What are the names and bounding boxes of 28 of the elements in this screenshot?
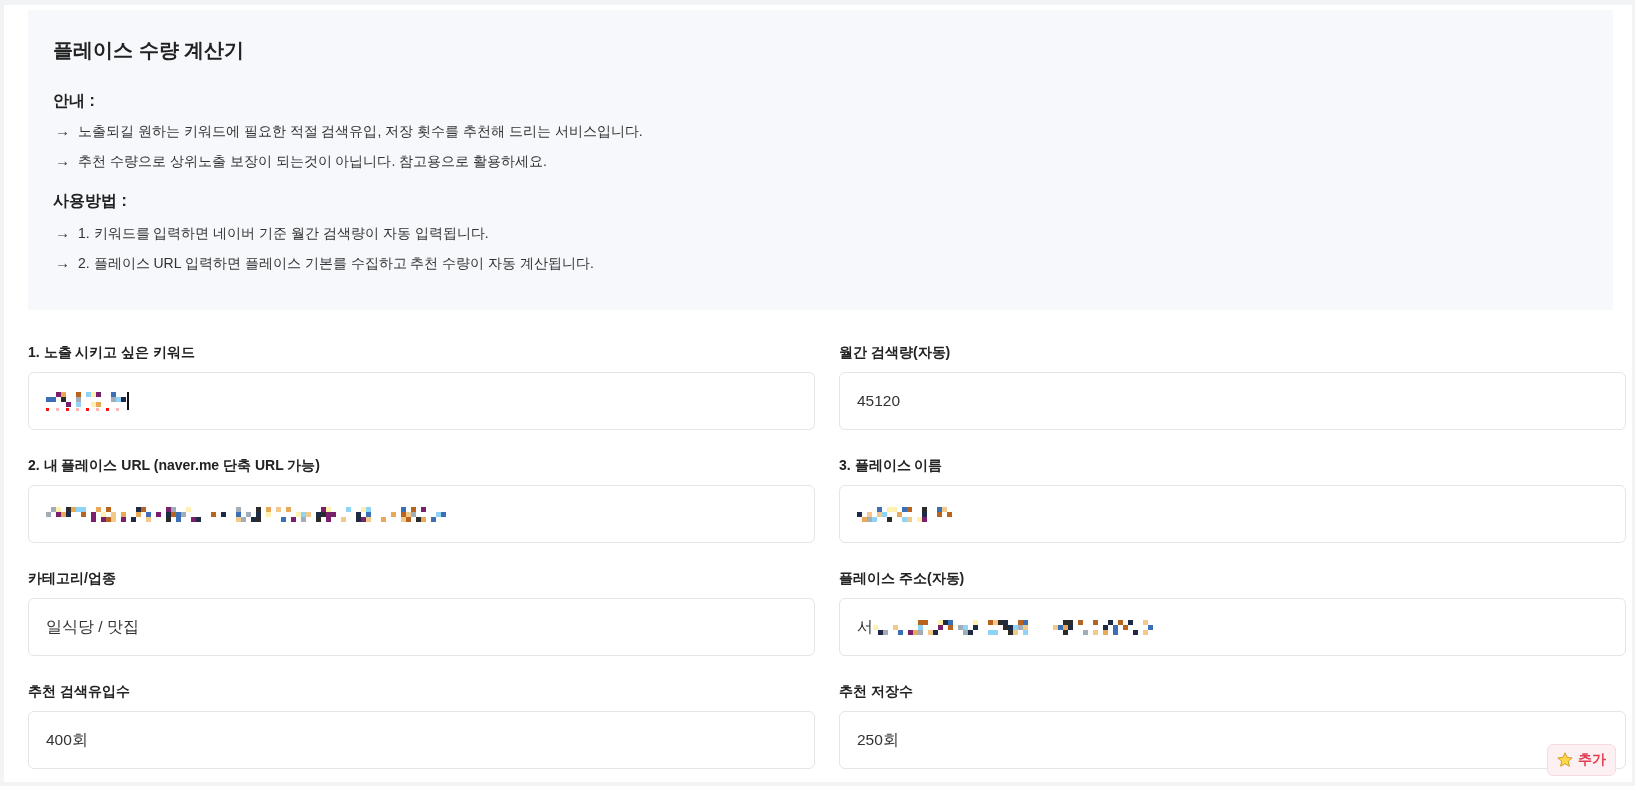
arrow-bullet: → xyxy=(55,121,70,141)
field-label: 추천 검색유입수 xyxy=(28,682,130,701)
section-heading: 안내 : xyxy=(53,91,95,111)
field-label: 1. 노출 시키고 싶은 키워드 xyxy=(28,343,196,362)
field-label: 3. 플레이스 이름 xyxy=(839,456,943,475)
section-heading: 사용방법 : xyxy=(53,191,127,211)
input-field[interactable]: 400회 xyxy=(28,711,815,769)
arrow-bullet: → xyxy=(55,253,70,273)
page-title: 플레이스 수량 계산기 xyxy=(53,38,245,63)
input-field[interactable]: 일식당 / 맛집 xyxy=(28,598,815,656)
input-field[interactable] xyxy=(28,485,815,543)
info-text: 노출되길 원하는 키워드에 필요한 적절 검색유입, 저장 횟수를 추천해 드리는 서비스입니다. xyxy=(78,122,643,141)
field-label: 2. 내 플레이스 URL (naver.me 단축 URL 가능) xyxy=(28,456,320,475)
input-field[interactable]: 서 xyxy=(839,598,1626,656)
field-label: 추천 저장수 xyxy=(839,682,913,701)
add-button[interactable]: 추가 xyxy=(1547,744,1616,776)
field-label: 플레이스 주소(자동) xyxy=(839,569,965,588)
field-label: 카테고리/업종 xyxy=(28,569,116,588)
info-text: 추천 수량으로 상위노출 보장이 되는것이 아닙니다. 참고용으로 활용하세요. xyxy=(78,152,547,171)
arrow-bullet: → xyxy=(55,151,70,171)
field-label: 월간 검색량(자동) xyxy=(839,343,951,362)
arrow-bullet: → xyxy=(55,223,70,243)
input-field[interactable] xyxy=(28,372,815,430)
info-text: 1. 키워드를 입력하면 네이버 기준 월간 검색량이 자동 입력됩니다. xyxy=(78,224,489,243)
input-field[interactable]: 45120 xyxy=(839,372,1626,430)
star-icon xyxy=(1557,752,1573,768)
info-text: 2. 플레이스 URL 입력하면 플레이스 기본를 수집하고 추천 수량이 자동 계산됩니다. xyxy=(78,254,594,273)
input-field[interactable] xyxy=(839,485,1626,543)
